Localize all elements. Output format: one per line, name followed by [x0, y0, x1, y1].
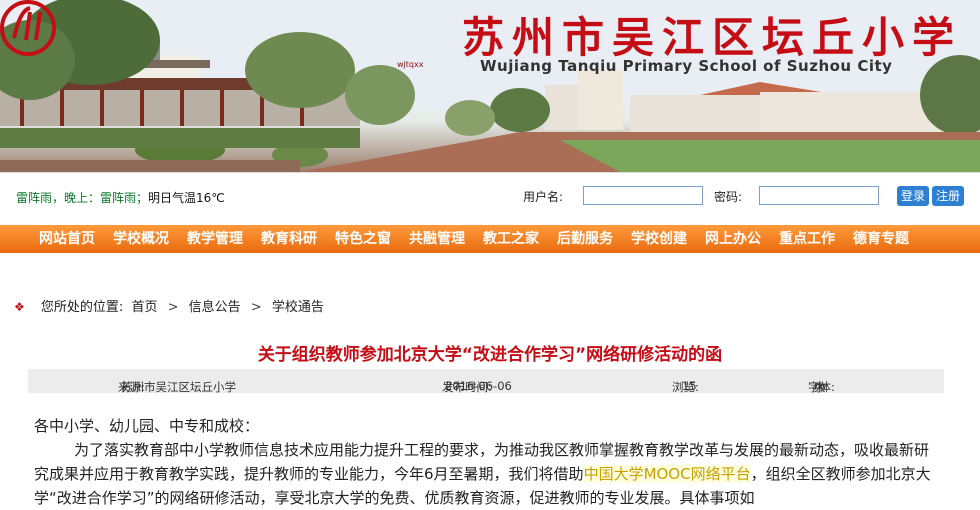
nav-item-research[interactable]: 教育科研 [252, 225, 326, 253]
breadcrumb-item-announcements[interactable]: 信息公告 [189, 300, 241, 315]
school-logo-icon [0, 0, 56, 56]
nav-item-online-office[interactable]: 网上办公 [696, 225, 770, 253]
nav-item-key-work[interactable]: 重点工作 [770, 225, 844, 253]
nav-item-moral-education[interactable]: 德育专题 [844, 225, 918, 253]
password-input[interactable] [759, 186, 879, 205]
school-name-en: Wujiang Tanqiu Primary School of Suzhou … [480, 57, 893, 75]
nav-item-school-overview[interactable]: 学校概况 [104, 225, 178, 253]
username-input[interactable] [583, 186, 703, 205]
weather-forecast: 雷阵雨，晚上：雷阵雨； [16, 191, 149, 205]
nav-item-teaching-management[interactable]: 教学管理 [178, 225, 252, 253]
logo-text: wjtqxx [397, 60, 424, 69]
nav-item-features[interactable]: 特色之窗 [326, 225, 400, 253]
breadcrumb-item-home[interactable]: 首页 [131, 300, 157, 315]
register-button[interactable]: 注册 [932, 186, 965, 206]
diamond-icon: ❖ [14, 300, 25, 314]
article-meta: 来源: 苏州市吴江区坛丘小学 发布时间: 2016-06-06 浏览: 15 字体: … [28, 369, 944, 395]
header-banner: wjtqxx 苏州市吴江区坛丘小学 Wujiang Tanqiu Primary… [0, 0, 980, 172]
source-value: 苏州市吴江区坛丘小学 [121, 380, 236, 394]
date-value: 2016-06-06 [445, 379, 512, 393]
nav-item-school-building[interactable]: 学校创建 [622, 225, 696, 253]
nav-item-inclusion[interactable]: 共融管理 [400, 225, 474, 253]
nav-item-home[interactable]: 网站首页 [30, 225, 104, 253]
tomorrow-temperature: 明日气温16℃ [148, 191, 225, 205]
mooc-platform-link[interactable]: 中国大学MOOC网络平台 [583, 465, 751, 483]
password-label: 密码: [714, 190, 743, 204]
login-button[interactable]: 登录 [897, 186, 930, 206]
breadcrumb-item-school-notices[interactable]: 学校通告 [272, 300, 324, 315]
paragraph: 为了落实教育部中小学教师信息技术应用能力提升工程的要求，为推动我区教师掌握教育教… [34, 438, 942, 510]
salutation: 各中小学、幼儿园、中专和成校： [34, 417, 260, 435]
font-size-small[interactable]: 小 [814, 379, 826, 395]
breadcrumb: ❖ 您所处的位置: 首页 > 信息公告 > 学校通告 [14, 296, 324, 315]
nav-item-logistics[interactable]: 后勤服务 [548, 225, 622, 253]
breadcrumb-separator: > [167, 300, 179, 315]
login-bar: 雷阵雨，晚上：雷阵雨；明日气温16℃ 用户名: 密码: 登录 注册 [0, 172, 980, 219]
breadcrumb-separator: > [250, 300, 262, 315]
nav-item-staff-home[interactable]: 教工之家 [474, 225, 548, 253]
username-label: 用户名: [523, 190, 564, 204]
article-body: 各中小学、幼儿园、中专和成校： 为了落实教育部中小学教师信息技术应用能力提升工程… [34, 414, 942, 510]
school-name-cn: 苏州市吴江区坛丘小学 [462, 13, 963, 62]
views-value: 15 [682, 379, 697, 393]
weather-info: 雷阵雨，晚上：雷阵雨；明日气温16℃ [16, 189, 225, 206]
article-title: 关于组织教师参加北京大学“改进合作学习”网络研修活动的函 [257, 345, 723, 365]
main-nav: 网站首页 学校概况 教学管理 教育科研 特色之窗 共融管理 教工之家 后勤服务 … [0, 225, 980, 253]
breadcrumb-prefix: 您所处的位置: [40, 300, 124, 315]
